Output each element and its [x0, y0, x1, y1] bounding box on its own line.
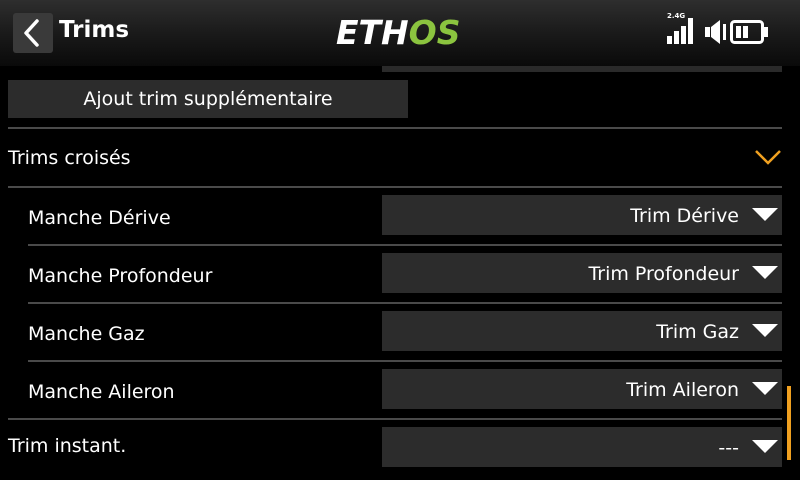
battery-icon — [730, 20, 768, 44]
trim-select-rudder[interactable]: Trim Dérive — [382, 195, 782, 235]
instant-trim-select[interactable]: --- — [382, 427, 782, 467]
dropdown-value: Trim Dérive — [630, 205, 739, 227]
speaker-icon — [705, 20, 726, 44]
row-label: Manche Gaz — [28, 323, 145, 345]
previous-field-edge — [382, 66, 782, 72]
chevron-down-icon — [755, 150, 781, 165]
logo-part-eth: ETH — [336, 13, 409, 52]
signal-icon — [667, 18, 693, 44]
cross-trims-label: Trims croisés — [8, 147, 131, 169]
status-area: 2.4G — [666, 12, 786, 48]
dropdown-value: --- — [718, 437, 739, 459]
back-button[interactable] — [13, 13, 53, 53]
dropdown-triangle-icon — [752, 382, 778, 395]
row-label: Manche Aileron — [28, 381, 175, 403]
trim-select-throttle[interactable]: Trim Gaz — [382, 311, 782, 351]
add-trim-button[interactable]: Ajout trim supplémentaire — [8, 80, 408, 118]
divider — [8, 127, 782, 129]
content-area: Ajout trim supplémentaire Trims croisés … — [0, 66, 800, 480]
row-label: Manche Profondeur — [28, 265, 213, 287]
dropdown-triangle-icon — [752, 208, 778, 221]
scrollbar[interactable] — [787, 386, 791, 460]
logo: ETHOS — [336, 13, 461, 52]
logo-part-os: OS — [408, 13, 461, 52]
divider — [8, 418, 782, 420]
dropdown-triangle-icon — [752, 266, 778, 279]
dropdown-triangle-icon — [752, 324, 778, 337]
dropdown-triangle-icon — [752, 440, 778, 453]
dropdown-value: Trim Profondeur — [588, 263, 739, 285]
page-title: Trims — [59, 17, 130, 43]
trim-select-elevator[interactable]: Trim Profondeur — [382, 253, 782, 293]
instant-trim-label: Trim instant. — [8, 435, 127, 457]
trim-select-aileron[interactable]: Trim Aileron — [382, 369, 782, 409]
cross-trims-header[interactable]: Trims croisés — [8, 130, 782, 186]
dropdown-value: Trim Aileron — [626, 379, 739, 401]
back-arrow-icon — [24, 19, 39, 47]
dropdown-value: Trim Gaz — [656, 321, 739, 343]
top-bar: Trims ETHOS 2.4G — [0, 0, 800, 66]
row-label: Manche Dérive — [28, 207, 171, 229]
